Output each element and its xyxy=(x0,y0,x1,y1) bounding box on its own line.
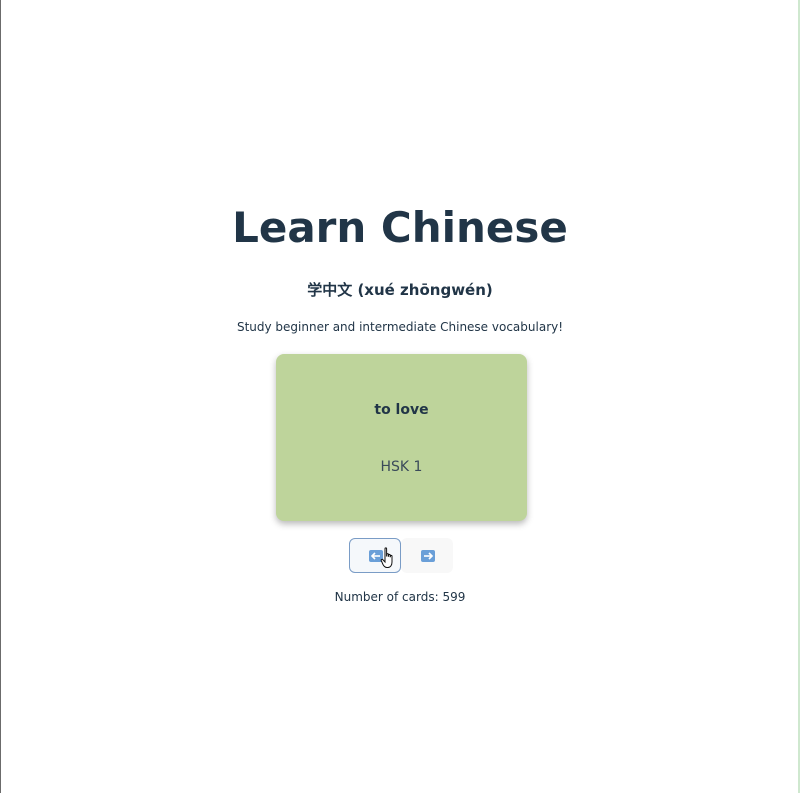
flashcard-word: to love xyxy=(374,402,429,418)
arrow-right-icon xyxy=(421,550,435,562)
card-navigation xyxy=(349,538,453,573)
card-count: Number of cards: 599 xyxy=(334,590,466,604)
hand-pointer-icon xyxy=(380,547,393,568)
next-card-button[interactable] xyxy=(401,538,453,573)
flashcard[interactable]: to love HSK 1 xyxy=(276,354,527,521)
flashcard-level: HSK 1 xyxy=(380,459,423,475)
page-subtitle: 学中文 (xué zhōngwén) xyxy=(307,281,493,299)
page-title: Learn Chinese xyxy=(232,203,568,252)
page-description: Study beginner and intermediate Chinese … xyxy=(236,320,564,334)
window-left-border xyxy=(0,0,1,793)
